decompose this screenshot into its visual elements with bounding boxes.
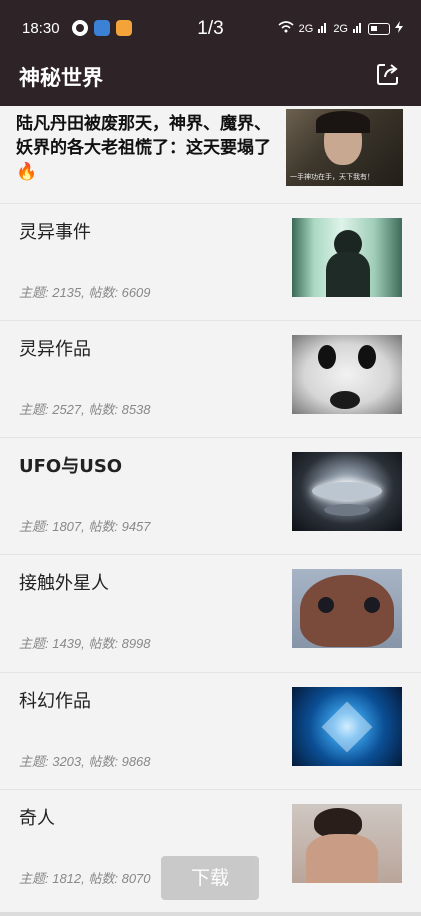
category-stats: 主题: 2527, 帖数: 8538	[19, 402, 151, 417]
forum-list: 陆凡丹田被废那天，神界、魔界、妖界的各大老祖慌了：这天要塌了🔥 一手神功在手，天…	[0, 106, 421, 916]
category-row-4[interactable]: 接触外星人 主题: 1439, 帖数: 8998	[0, 554, 421, 671]
category-stats: 主题: 2135, 帖数: 6609	[19, 285, 151, 300]
category-title: 接触外星人	[19, 573, 109, 594]
category-row-5[interactable]: 科幻作品 主题: 3203, 帖数: 9868	[0, 672, 421, 789]
alien-image	[292, 569, 402, 648]
status-bar: 18:30 1/3 2G 2G	[0, 0, 421, 56]
category-title: 灵异作品	[19, 339, 91, 360]
signal-2-label: 2G	[333, 22, 348, 35]
ghost-image	[292, 218, 402, 297]
share-icon	[377, 64, 398, 85]
featured-thumbnail: 一手神功在手，天下我有！	[286, 109, 403, 186]
battery-icon	[368, 22, 390, 35]
category-row-3[interactable]: UFO与USO 主题: 1807, 帖数: 9457	[0, 437, 421, 554]
screen: 18:30 1/3 2G 2G 神秘世界 陆凡丹田被废那天，神界、魔界、妖界的各…	[0, 0, 421, 916]
category-stats: 主题: 1807, 帖数: 9457	[19, 519, 151, 534]
signal-1-label: 2G	[298, 22, 314, 35]
featured-title: 陆凡丹田被废那天，神界、魔界、妖界的各大老祖慌了：这天要塌了🔥	[16, 114, 271, 182]
mask-image	[292, 335, 402, 414]
category-stats: 主题: 1812, 帖数: 8070	[19, 871, 151, 886]
category-row-2[interactable]: 灵异作品 主题: 2527, 帖数: 8538	[0, 320, 421, 437]
featured-ad-item[interactable]: 陆凡丹田被废那天，神界、魔界、妖界的各大老祖慌了：这天要塌了🔥 一手神功在手，天…	[0, 106, 421, 203]
bottom-edge	[0, 912, 421, 916]
category-title: UFO与USO	[19, 456, 123, 477]
category-stats: 主题: 3203, 帖数: 9868	[19, 754, 151, 769]
ufo-image	[292, 452, 402, 531]
category-title: 灵异事件	[19, 222, 91, 243]
charging-icon	[395, 21, 403, 36]
share-button[interactable]	[375, 61, 401, 87]
featured-thumbnail-caption: 一手神功在手，天下我有！	[290, 173, 374, 181]
category-title: 科幻作品	[19, 691, 91, 712]
system-icons: 2G 2G	[278, 21, 403, 36]
category-stats: 主题: 1439, 帖数: 8998	[19, 636, 151, 651]
star-image	[292, 687, 402, 766]
person-image	[292, 804, 402, 883]
wifi-icon	[278, 21, 294, 36]
page-title: 神秘世界	[19, 66, 103, 90]
download-button[interactable]: 下载	[161, 856, 259, 900]
category-row-1[interactable]: 灵异事件 主题: 2135, 帖数: 6609	[0, 203, 421, 320]
category-title: 奇人	[19, 808, 55, 829]
signal-bars-2-icon	[353, 21, 363, 36]
app-bar: 神秘世界	[0, 56, 421, 106]
signal-bars-1-icon	[318, 21, 328, 36]
